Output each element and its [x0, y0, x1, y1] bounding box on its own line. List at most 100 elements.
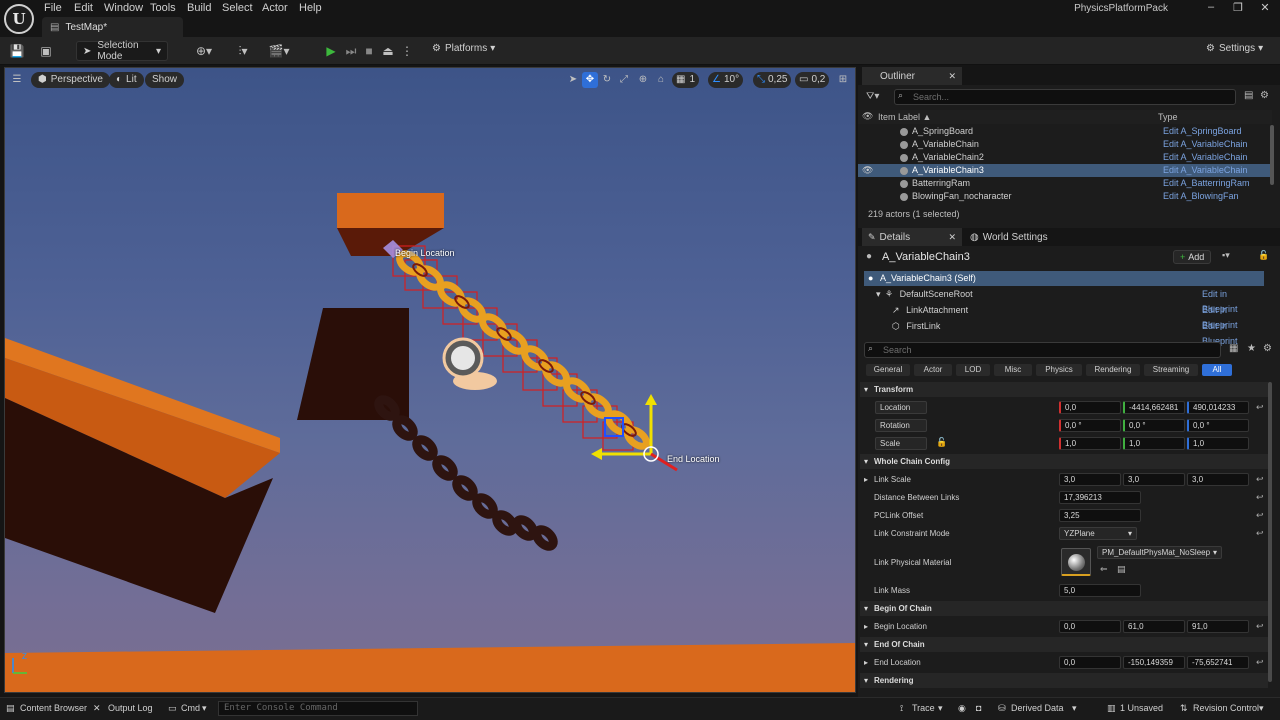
- content-browser-icon[interactable]: ▣: [35, 42, 57, 60]
- add-actor-icon[interactable]: ⊕▾: [193, 42, 215, 60]
- physical-material-dropdown[interactable]: PM_DefaultPhysMat_NoSleep ▾: [1097, 546, 1222, 559]
- maximize-icon[interactable]: ❐: [1225, 1, 1251, 16]
- details-scrollbar[interactable]: [1268, 382, 1272, 682]
- table-view-icon[interactable]: ▦: [1229, 343, 1238, 354]
- outliner-row-type-link[interactable]: Edit A_BatterringRam: [1163, 177, 1250, 190]
- close-window-icon[interactable]: ✕: [1252, 1, 1278, 16]
- rotation-mode-dropdown[interactable]: Rotation: [875, 419, 927, 432]
- lit-button[interactable]: ◐ Lit: [109, 72, 144, 88]
- filter-misc[interactable]: Misc: [994, 364, 1032, 376]
- location-z-field[interactable]: 490,014233: [1187, 401, 1249, 414]
- browse-icon[interactable]: ▤: [1117, 564, 1126, 575]
- unsaved-button[interactable]: 1 Unsaved: [1120, 703, 1163, 713]
- outliner-row-selected[interactable]: 👁 A_VariableChain3 Edit A_VariableChain: [858, 164, 1272, 177]
- outliner-row[interactable]: BatterringRam Edit A_BatterringRam: [858, 177, 1272, 190]
- actor-name[interactable]: A_VariableChain3: [882, 251, 970, 263]
- menu-tools[interactable]: Tools: [150, 2, 176, 14]
- end-location-x-field[interactable]: 0,0: [1059, 656, 1121, 669]
- perspective-button[interactable]: ⬢ Perspective: [31, 72, 110, 88]
- filter-physics[interactable]: Physics: [1036, 364, 1082, 376]
- camera-speed-button[interactable]: ▭ 0,2: [795, 72, 830, 88]
- reset-arrow-icon[interactable]: ↩: [1256, 657, 1264, 668]
- record-icon[interactable]: ◉: [958, 703, 966, 714]
- component-self[interactable]: ● A_VariableChain3 (Self): [864, 271, 1264, 286]
- scale-z-field[interactable]: 1,0: [1187, 437, 1249, 450]
- lock-icon[interactable]: 🔓: [1258, 250, 1269, 261]
- begin-location-y-field[interactable]: 61,0: [1123, 620, 1185, 633]
- outliner-row[interactable]: A_VariableChain2 Edit A_VariableChain: [858, 151, 1272, 164]
- filter-lod[interactable]: LOD: [956, 364, 990, 376]
- viewport-menu-icon[interactable]: ☰: [9, 72, 25, 88]
- material-thumbnail[interactable]: [1061, 548, 1091, 576]
- details-search-input[interactable]: Search: [864, 342, 1221, 358]
- filter-general[interactable]: General: [866, 364, 910, 376]
- reset-arrow-icon[interactable]: ↩: [1256, 510, 1264, 521]
- gear-icon[interactable]: ⚙: [1260, 90, 1269, 101]
- pclink-offset-field[interactable]: 3,25: [1059, 509, 1141, 522]
- close-icon[interactable]: ✕: [948, 232, 956, 243]
- surface-snap-icon[interactable]: ⌂: [653, 72, 669, 88]
- begin-location-z-field[interactable]: 91,0: [1187, 620, 1249, 633]
- content-browser-button[interactable]: Content Browser: [20, 703, 87, 713]
- lock-icon[interactable]: 🔓: [936, 437, 947, 448]
- filter-rendering[interactable]: Rendering: [1086, 364, 1140, 376]
- details-tab[interactable]: ✎ Details ✕: [862, 228, 962, 246]
- filter-icon[interactable]: ⛛▾: [866, 91, 879, 102]
- filter-all[interactable]: All: [1202, 364, 1232, 376]
- link-scale-z-field[interactable]: 3,0: [1187, 473, 1249, 486]
- reset-arrow-icon[interactable]: ↩: [1256, 402, 1264, 413]
- rotation-y-field[interactable]: 0,0 °: [1123, 419, 1185, 432]
- component-row[interactable]: ⬡ FirstLink Edit in Blueprint: [864, 319, 1264, 346]
- outliner-row[interactable]: BlowingFan_nocharacter Edit A_BlowingFan: [858, 190, 1272, 203]
- outliner-scrollbar[interactable]: [1270, 125, 1274, 185]
- type-column[interactable]: Type: [1158, 112, 1178, 122]
- selection-mode-button[interactable]: ➤ Selection Mode ▾: [76, 40, 168, 62]
- outliner-row-type-link[interactable]: Edit A_SpringBoard: [1163, 125, 1242, 138]
- level-viewport[interactable]: End Location Begin Location Z ☰ ⬢ Perspe…: [4, 67, 856, 693]
- expand-arrow-icon[interactable]: ▸: [864, 622, 868, 631]
- end-location-z-field[interactable]: -75,652741: [1187, 656, 1249, 669]
- rotation-x-field[interactable]: 0,0 °: [1059, 419, 1121, 432]
- outliner-row-type-link[interactable]: Edit A_BlowingFan: [1163, 190, 1239, 203]
- outliner-row[interactable]: A_VariableChain Edit A_VariableChain: [858, 138, 1272, 151]
- component-row[interactable]: ↗ LinkAttachment Edit in Blueprint: [864, 303, 1264, 330]
- link-mass-field[interactable]: 5,0: [1059, 584, 1141, 597]
- outliner-row-type-link[interactable]: Edit A_VariableChain: [1163, 151, 1247, 164]
- transform-section[interactable]: [860, 382, 1268, 397]
- reset-arrow-icon[interactable]: ↩: [1256, 474, 1264, 485]
- folder-add-icon[interactable]: ▤: [1244, 90, 1253, 101]
- blueprint-options-icon[interactable]: ▪▾: [1222, 250, 1230, 261]
- more-options-icon[interactable]: ⋮: [396, 42, 418, 60]
- rotation-z-field[interactable]: 0,0 °: [1187, 419, 1249, 432]
- world-space-icon[interactable]: ⊕: [635, 72, 651, 88]
- component-row[interactable]: ▾ ⚘ DefaultSceneRoot Edit in Blueprint: [864, 287, 1264, 314]
- menu-build[interactable]: Build: [187, 2, 211, 14]
- minimize-icon[interactable]: –: [1198, 1, 1224, 16]
- select-tool-icon[interactable]: ➤: [565, 72, 581, 88]
- play-icon[interactable]: ▶: [320, 42, 342, 60]
- menu-edit[interactable]: Edit: [74, 2, 93, 14]
- end-location-y-field[interactable]: -150,149359: [1123, 656, 1185, 669]
- level-tab[interactable]: ▤ TestMap*: [42, 17, 183, 37]
- scale-tool-icon[interactable]: ⤢: [616, 72, 632, 88]
- show-button[interactable]: Show: [145, 72, 185, 88]
- move-tool-icon[interactable]: ✥: [582, 72, 598, 88]
- menu-help[interactable]: Help: [299, 2, 322, 14]
- begin-location-x-field[interactable]: 0,0: [1059, 620, 1121, 633]
- location-y-field[interactable]: -4414,662481: [1123, 401, 1185, 414]
- reset-arrow-icon[interactable]: ↩: [1256, 621, 1264, 632]
- menu-actor[interactable]: Actor: [262, 2, 288, 14]
- console-command-input[interactable]: Enter Console Command: [218, 701, 418, 716]
- save-icon[interactable]: 💾: [6, 42, 28, 60]
- platforms-button[interactable]: ⚙ Platforms ▾: [432, 43, 495, 54]
- settings-button[interactable]: ⚙ Settings ▾: [1206, 43, 1263, 54]
- location-mode-dropdown[interactable]: Location: [875, 401, 927, 414]
- expand-arrow-icon[interactable]: ▸: [864, 475, 868, 484]
- eye-icon[interactable]: 👁: [862, 164, 873, 177]
- outliner-tab[interactable]: Outliner ✕: [862, 67, 962, 85]
- output-log-button[interactable]: Output Log: [108, 703, 153, 713]
- constraint-mode-dropdown[interactable]: YZPlane ▾: [1059, 527, 1137, 540]
- item-label-column[interactable]: Item Label ▲: [878, 112, 931, 122]
- camera-icon[interactable]: ◘: [976, 703, 981, 713]
- filter-actor[interactable]: Actor: [914, 364, 952, 376]
